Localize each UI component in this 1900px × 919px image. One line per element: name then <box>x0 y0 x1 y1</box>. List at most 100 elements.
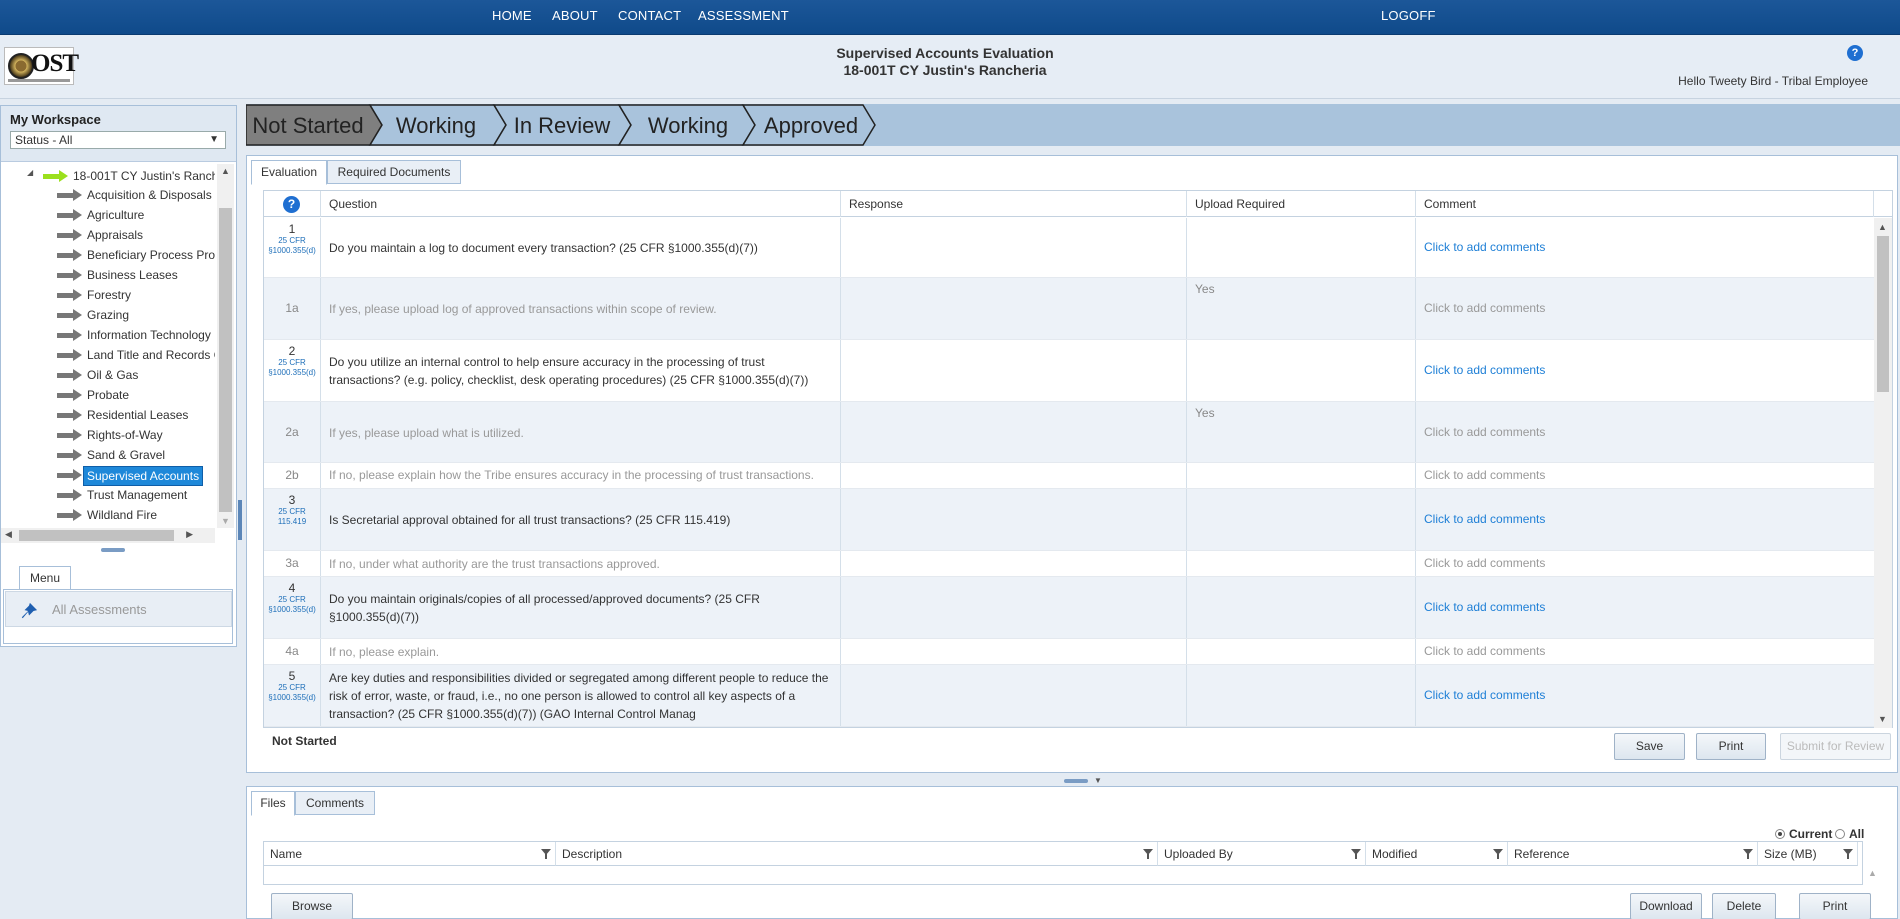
column-name[interactable]: Name <box>264 842 556 866</box>
tree-item[interactable]: Appraisals <box>87 226 143 244</box>
arrow-icon <box>57 469 83 481</box>
add-comment-link[interactable]: Click to add comments <box>1424 425 1545 439</box>
column-question[interactable]: Question <box>321 191 841 217</box>
filter-icon[interactable] <box>1493 849 1503 859</box>
column-upload-required[interactable]: Upload Required <box>1187 191 1416 217</box>
question-text: If yes, please upload what is utilized. <box>329 426 524 440</box>
vertical-splitter[interactable] <box>238 500 242 540</box>
scroll-right-icon[interactable]: ▶ <box>186 529 193 540</box>
add-comment-link[interactable]: Click to add comments <box>1424 644 1545 658</box>
add-comment-link[interactable]: Click to add comments <box>1424 301 1545 315</box>
tree-item[interactable]: Information Technology <box>87 326 211 344</box>
response-cell[interactable] <box>841 278 1187 339</box>
tree-item[interactable]: Beneficiary Process Program <box>87 246 215 264</box>
menu-item-all-assessments[interactable]: All Assessments <box>5 591 232 627</box>
evaluation-status: Not Started <box>272 734 337 748</box>
add-comment-link[interactable]: Click to add comments <box>1424 240 1545 254</box>
tree-item[interactable]: Grazing <box>87 306 129 324</box>
radio-all[interactable]: All <box>1835 827 1864 841</box>
cfr-link[interactable]: 25 CFR §1000.355(d) <box>264 236 320 256</box>
scroll-down-icon[interactable]: ▼ <box>1878 714 1887 724</box>
tree-item[interactable]: Land Title and Records Office <box>87 346 215 364</box>
response-cell[interactable] <box>841 218 1187 277</box>
add-comment-link[interactable]: Click to add comments <box>1424 600 1545 614</box>
column-reference[interactable]: Reference <box>1508 842 1758 866</box>
scroll-up-icon[interactable]: ▲ <box>1868 868 1877 878</box>
status-filter-select[interactable]: Status - All ▼ <box>10 131 226 149</box>
column-size[interactable]: Size (MB) <box>1758 842 1858 866</box>
nav-logoff[interactable]: LOGOFF <box>1381 8 1436 23</box>
response-cell[interactable] <box>841 463 1187 488</box>
add-comment-link[interactable]: Click to add comments <box>1424 363 1545 377</box>
scroll-left-icon[interactable]: ◀ <box>5 529 12 540</box>
response-cell[interactable] <box>841 639 1187 664</box>
files-print-button[interactable]: Print <box>1799 893 1871 919</box>
grid-scrollbar[interactable]: ▲ ▼ <box>1874 218 1892 728</box>
response-cell[interactable] <box>841 665 1187 726</box>
cfr-link[interactable]: 25 CFR §1000.355(d) <box>264 358 320 378</box>
question-help-icon[interactable]: ? <box>283 196 300 213</box>
filter-icon[interactable] <box>1351 849 1361 859</box>
response-cell[interactable] <box>841 402 1187 462</box>
tree-item[interactable]: Sand & Gravel <box>87 446 165 464</box>
collapse-icon[interactable]: ◢ <box>27 168 33 177</box>
tree-item[interactable]: Acquisition & Disposals <box>87 186 212 204</box>
tab-files[interactable]: Files <box>251 791 295 816</box>
column-modified[interactable]: Modified <box>1366 842 1508 866</box>
tab-comments[interactable]: Comments <box>295 791 375 815</box>
column-comment[interactable]: Comment <box>1416 191 1874 217</box>
download-button[interactable]: Download <box>1630 893 1702 919</box>
filter-icon[interactable] <box>541 849 551 859</box>
tree-item[interactable]: Forestry <box>87 286 131 304</box>
panel-splitter[interactable] <box>101 548 125 552</box>
add-comment-link[interactable]: Click to add comments <box>1424 688 1545 702</box>
tree-item[interactable]: Trust Management <box>87 486 187 504</box>
scroll-up-icon[interactable]: ▲ <box>1878 222 1887 232</box>
tree-horizontal-scrollbar[interactable]: ◀ ▶ <box>1 528 215 543</box>
column-response[interactable]: Response <box>841 191 1187 217</box>
add-comment-link[interactable]: Click to add comments <box>1424 468 1545 482</box>
add-comment-link[interactable]: Click to add comments <box>1424 512 1545 526</box>
filter-icon[interactable] <box>1143 849 1153 859</box>
filter-icon[interactable] <box>1743 849 1753 859</box>
tree-item[interactable]: Rights-of-Way <box>87 426 163 444</box>
help-icon[interactable]: ? <box>1847 45 1863 61</box>
browse-button[interactable]: Browse <box>271 893 353 919</box>
horizontal-splitter[interactable] <box>1064 779 1088 783</box>
tree-item[interactable]: Business Leases <box>87 266 178 284</box>
nav-assessment[interactable]: ASSESSMENT <box>698 8 789 23</box>
column-uploaded-by[interactable]: Uploaded By <box>1158 842 1366 866</box>
tree-item[interactable]: Wildland Fire <box>87 506 157 524</box>
chevron-down-icon[interactable]: ▼ <box>1094 776 1102 785</box>
cfr-link[interactable]: 25 CFR §1000.355(d) <box>264 595 320 615</box>
nav-contact[interactable]: CONTACT <box>618 8 681 23</box>
tree-item[interactable]: Agriculture <box>87 206 144 224</box>
tree-root[interactable]: 18-001T CY Justin's Rancheria <box>73 167 215 185</box>
response-cell[interactable] <box>841 340 1187 401</box>
tab-evaluation[interactable]: Evaluation <box>251 160 327 185</box>
nav-about[interactable]: ABOUT <box>552 8 598 23</box>
cfr-link[interactable]: 25 CFR 115.419 <box>264 507 320 527</box>
column-description[interactable]: Description <box>556 842 1158 866</box>
add-comment-link[interactable]: Click to add comments <box>1424 556 1545 570</box>
response-cell[interactable] <box>841 551 1187 576</box>
print-button[interactable]: Print <box>1696 733 1766 760</box>
filter-icon[interactable] <box>1843 849 1853 859</box>
nav-home[interactable]: HOME <box>492 8 532 23</box>
scroll-up-icon[interactable]: ▲ <box>221 166 230 176</box>
scroll-down-icon[interactable]: ▼ <box>221 516 230 526</box>
response-cell[interactable] <box>841 577 1187 638</box>
tree-item[interactable]: Oil & Gas <box>87 366 138 384</box>
tree-item[interactable]: Probate <box>87 386 129 404</box>
delete-button[interactable]: Delete <box>1712 893 1776 919</box>
radio-current[interactable]: Current <box>1775 827 1832 841</box>
submit-for-review-button[interactable]: Submit for Review <box>1780 733 1891 760</box>
cfr-link[interactable]: 25 CFR §1000.355(d) <box>264 683 320 703</box>
save-button[interactable]: Save <box>1614 733 1685 760</box>
tree-item[interactable]: Residential Leases <box>87 406 188 424</box>
tab-required-documents[interactable]: Required Documents <box>327 160 461 184</box>
tree-vertical-scrollbar[interactable]: ▲ ▼ <box>217 164 234 528</box>
response-cell[interactable] <box>841 489 1187 550</box>
tab-menu[interactable]: Menu <box>19 566 71 590</box>
tree-item[interactable]: Supervised Accounts <box>83 466 204 486</box>
